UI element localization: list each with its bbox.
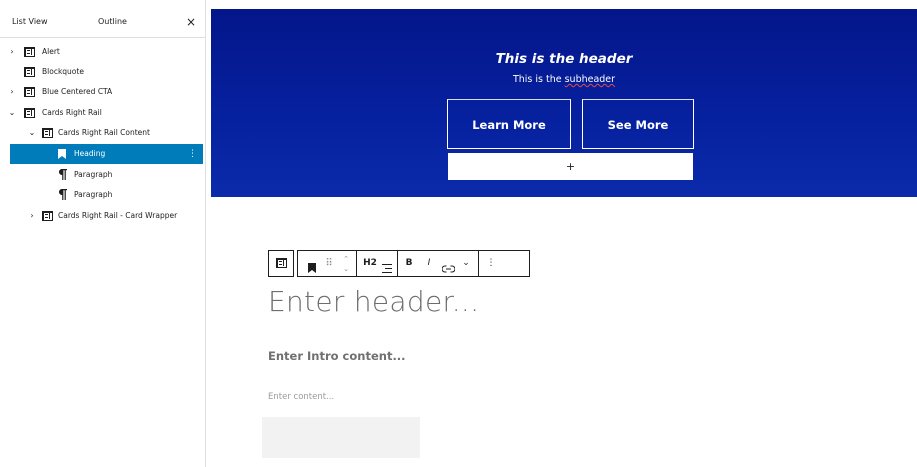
see-more-button[interactable]: See More <box>582 99 694 149</box>
tab-outline[interactable]: Outline <box>98 8 127 38</box>
list-item-cards-right-rail-content[interactable]: ⌄ Cards Right Rail Content <box>0 123 204 143</box>
italic-button[interactable]: I <box>423 251 435 276</box>
list-view-sidebar: List View Outline × › Alert Blockquote ›… <box>0 0 206 467</box>
list-item-label: Cards Right Rail Content <box>58 128 150 137</box>
list-item-cards-right-rail[interactable]: ⌄ Cards Right Rail <box>0 103 204 123</box>
empty-block-placeholder[interactable] <box>262 417 420 458</box>
tab-list-view[interactable]: List View <box>12 8 48 38</box>
list-item-blockquote[interactable]: Blockquote <box>0 62 204 82</box>
link-icon[interactable] <box>441 259 455 273</box>
list-item-label: Blockquote <box>42 67 84 76</box>
select-parent-block-icon[interactable] <box>276 258 288 269</box>
block-icon <box>24 47 35 57</box>
list-item-label: Cards Right Rail <box>42 108 102 117</box>
heading-toolbar-group: ⠿ ⌃ ⌄ H2 B I ⌄ ⋮ <box>297 250 530 277</box>
pilcrow-icon <box>59 169 67 180</box>
block-icon <box>42 128 53 138</box>
list-item-label: Heading <box>74 149 106 158</box>
block-icon <box>24 87 35 97</box>
drag-handle-icon[interactable]: ⠿ <box>322 251 336 276</box>
chevron-down-icon[interactable]: ⌄ <box>460 251 472 276</box>
list-item-label: Cards Right Rail - Card Wrapper <box>58 211 178 220</box>
hero-subheader[interactable]: This is the subheader <box>211 74 917 85</box>
chevron-down-icon[interactable]: ⌄ <box>28 123 36 143</box>
list-item-paragraph[interactable]: Paragraph <box>0 185 204 205</box>
more-options-icon[interactable]: ⋮ <box>188 144 197 164</box>
intro-placeholder[interactable]: Enter Intro content... <box>268 349 406 363</box>
list-item-label: Paragraph <box>74 190 113 199</box>
chevron-right-icon[interactable]: › <box>8 42 16 62</box>
toolbar-divider <box>478 251 479 276</box>
chevron-right-icon[interactable]: › <box>8 82 16 102</box>
list-item-blue-centered-cta[interactable]: › Blue Centered CTA <box>0 82 204 102</box>
heading-level-button[interactable]: H2 <box>361 251 379 276</box>
list-item-paragraph[interactable]: Paragraph <box>0 165 204 185</box>
list-item-heading[interactable]: Heading ⋮ <box>10 144 203 164</box>
list-item-card-wrapper[interactable]: › Cards Right Rail - Card Wrapper <box>0 206 204 226</box>
toolbar-divider <box>397 251 398 276</box>
align-text-icon[interactable] <box>381 259 393 273</box>
bookmark-icon <box>58 149 66 159</box>
more-options-icon[interactable]: ⋮ <box>484 251 498 276</box>
sidebar-tabs: List View Outline × <box>0 8 205 38</box>
block-icon <box>24 67 35 77</box>
bookmark-icon[interactable] <box>307 259 317 273</box>
hero-subheader-word: subheader <box>564 74 616 85</box>
pilcrow-icon <box>59 189 67 200</box>
close-icon[interactable]: × <box>186 8 196 38</box>
add-block-button[interactable]: + <box>448 153 693 180</box>
bold-button[interactable]: B <box>403 251 415 276</box>
chevron-down-icon[interactable]: ⌄ <box>8 103 16 123</box>
chevron-right-icon[interactable]: › <box>28 206 36 226</box>
hero-subheader-prefix: This is the <box>512 74 565 85</box>
header-placeholder[interactable]: Enter header... <box>268 285 479 318</box>
list-item-label: Paragraph <box>74 170 113 179</box>
blue-centered-cta-block[interactable]: This is the header This is the subheader… <box>211 9 917 197</box>
hero-title[interactable]: This is the header <box>211 51 917 67</box>
list-item-label: Blue Centered CTA <box>42 87 113 96</box>
move-up-down-icon[interactable]: ⌃ ⌄ <box>340 251 352 276</box>
block-icon <box>42 211 53 221</box>
list-item-alert[interactable]: › Alert <box>0 42 204 62</box>
content-placeholder[interactable]: Enter content... <box>268 392 334 402</box>
parent-block-group <box>268 250 294 277</box>
toolbar-divider <box>356 251 357 276</box>
block-icon <box>24 108 35 118</box>
list-item-label: Alert <box>42 47 60 56</box>
learn-more-button[interactable]: Learn More <box>447 99 571 149</box>
